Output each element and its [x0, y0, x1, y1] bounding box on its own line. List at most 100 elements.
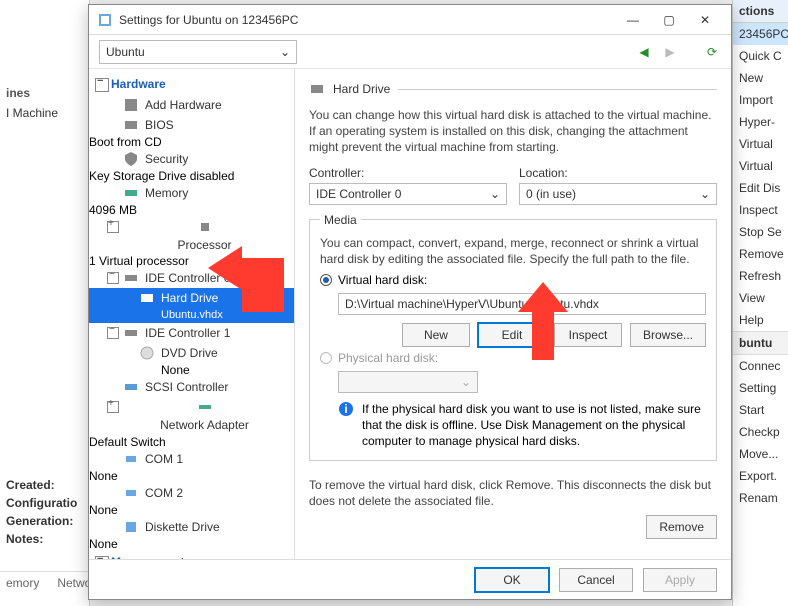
cancel-button[interactable]: Cancel	[559, 568, 633, 592]
reload-button[interactable]: ⟳	[703, 45, 721, 59]
node-memory-sub: 4096 MB	[89, 203, 294, 217]
node-security-sub: Key Storage Drive disabled	[89, 169, 294, 183]
media-fieldset: Media You can compact, convert, expand, …	[309, 213, 717, 461]
node-memory[interactable]: Memory	[89, 183, 294, 203]
actions-computer: 23456PC	[733, 23, 788, 45]
node-hard-drive[interactable]: Hard Drive	[89, 288, 294, 308]
chevron-down-icon: ⌄	[280, 45, 290, 59]
close-button[interactable]: ✕	[687, 6, 723, 34]
node-scsi[interactable]: SCSI Controller	[89, 377, 294, 397]
location-label: Location:	[519, 166, 717, 180]
svg-text:i: i	[344, 402, 347, 416]
toolbar: Ubuntu ⌄ ◀ ▶ ⟳	[89, 35, 731, 69]
node-processor-sub: 1 Virtual processor	[89, 254, 294, 268]
node-diskette-sub: None	[89, 537, 294, 551]
location-dropdown[interactable]: 0 (in use)⌄	[519, 183, 717, 205]
node-ide0[interactable]: IDE Controller 0	[89, 268, 294, 288]
vm-dropdown[interactable]: Ubuntu ⌄	[99, 40, 297, 64]
action-move[interactable]: Move...	[733, 443, 788, 465]
radio-physical-hard-disk: Physical hard disk:	[320, 351, 706, 365]
chevron-down-icon: ⌄	[700, 187, 710, 201]
action-refresh[interactable]: Refresh	[733, 265, 788, 287]
action-remove-server[interactable]: Remove	[733, 243, 788, 265]
media-legend: Media	[320, 213, 361, 227]
dialog-footer: OK Cancel Apply	[89, 559, 731, 599]
radio-dot-icon	[320, 352, 332, 364]
vhd-path-input[interactable]	[338, 293, 706, 315]
node-com2[interactable]: COM 2	[89, 483, 294, 503]
node-hard-drive-sub: Ubuntu.vhdx	[89, 308, 294, 323]
inspect-button[interactable]: Inspect	[554, 323, 622, 347]
controller-dropdown[interactable]: IDE Controller 0⌄	[309, 183, 507, 205]
node-dvd[interactable]: DVD Drive	[89, 343, 294, 363]
node-add-hardware[interactable]: Add Hardware	[89, 95, 294, 115]
bg-left-tabs: emory Networking	[0, 571, 89, 594]
action-checkpoint[interactable]: Checkp	[733, 421, 788, 443]
action-quick-create[interactable]: Quick C	[733, 45, 788, 67]
node-dvd-sub: None	[89, 363, 294, 377]
node-processor[interactable]: Processor	[89, 217, 294, 254]
action-view[interactable]: View	[733, 287, 788, 309]
node-network[interactable]: Network Adapter	[89, 397, 294, 434]
pane-title: Hard Drive	[333, 82, 390, 96]
new-button[interactable]: New	[402, 323, 470, 347]
hard-drive-icon	[309, 81, 325, 97]
actions-header: ctions	[733, 0, 788, 23]
ok-button[interactable]: OK	[475, 568, 549, 592]
node-security[interactable]: Security	[89, 149, 294, 169]
section-hardware[interactable]: Hardware	[89, 73, 294, 95]
action-inspect-disk[interactable]: Inspect	[733, 199, 788, 221]
dialog-title: Settings for Ubuntu on 123456PC	[119, 13, 615, 27]
action-import[interactable]: Import	[733, 89, 788, 111]
action-virtual-switch[interactable]: Virtual	[733, 133, 788, 155]
settings-icon	[97, 12, 113, 28]
apply-button: Apply	[643, 568, 717, 592]
action-help[interactable]: Help	[733, 309, 788, 331]
action-rename[interactable]: Renam	[733, 487, 788, 509]
action-new[interactable]: New	[733, 67, 788, 89]
chevron-down-icon: ⌄	[461, 375, 471, 389]
remove-note: To remove the virtual hard disk, click R…	[309, 477, 717, 509]
minimize-button[interactable]: —	[615, 6, 651, 34]
node-com1-sub: None	[89, 469, 294, 483]
radio-virtual-hard-disk[interactable]: Virtual hard disk:	[320, 273, 706, 287]
action-virtual-san[interactable]: Virtual	[733, 155, 788, 177]
section-management[interactable]: Management	[89, 551, 294, 559]
bg-left-section: ines	[0, 80, 89, 102]
physical-disk-info: If the physical hard disk you want to us…	[362, 401, 706, 450]
action-connect[interactable]: Connec	[733, 355, 788, 377]
chevron-down-icon: ⌄	[490, 187, 500, 201]
node-bios-sub: Boot from CD	[89, 135, 294, 149]
controller-label: Controller:	[309, 166, 507, 180]
action-settings[interactable]: Setting	[733, 377, 788, 399]
action-start[interactable]: Start	[733, 399, 788, 421]
action-edit-disk[interactable]: Edit Dis	[733, 177, 788, 199]
browse-button[interactable]: Browse...	[630, 323, 706, 347]
actions-pane: ctions 23456PC Quick C New Import Hyper-…	[732, 0, 788, 606]
edit-button[interactable]: Edit	[478, 323, 546, 347]
nav-forward-button: ▶	[661, 45, 679, 59]
node-bios[interactable]: BIOS	[89, 115, 294, 135]
actions-vm-header: buntu	[733, 331, 788, 355]
node-com1[interactable]: COM 1	[89, 449, 294, 469]
bg-left-props: Created: Configuratio Generation: Notes:	[0, 470, 90, 554]
settings-tree[interactable]: Hardware Add Hardware BIOS Boot from CD …	[89, 69, 295, 559]
settings-pane: Hard Drive You can change how this virtu…	[295, 69, 731, 559]
pane-desc: You can change how this virtual hard dis…	[309, 107, 717, 156]
bg-left-item[interactable]: I Machine	[0, 102, 89, 124]
nav-back-button[interactable]: ◀	[635, 45, 653, 59]
action-stop-service[interactable]: Stop Se	[733, 221, 788, 243]
action-hyperv-settings[interactable]: Hyper-	[733, 111, 788, 133]
maximize-button[interactable]: ▢	[651, 6, 687, 34]
action-export[interactable]: Export.	[733, 465, 788, 487]
node-com2-sub: None	[89, 503, 294, 517]
titlebar: Settings for Ubuntu on 123456PC — ▢ ✕	[89, 5, 731, 35]
media-desc: You can compact, convert, expand, merge,…	[320, 235, 706, 267]
node-ide1[interactable]: IDE Controller 1	[89, 323, 294, 343]
remove-button[interactable]: Remove	[646, 515, 717, 539]
node-diskette[interactable]: Diskette Drive	[89, 517, 294, 537]
info-icon: i	[338, 401, 354, 417]
vm-dropdown-value: Ubuntu	[106, 45, 145, 59]
physical-disk-dropdown: ⌄	[338, 371, 478, 393]
node-network-sub: Default Switch	[89, 435, 294, 449]
